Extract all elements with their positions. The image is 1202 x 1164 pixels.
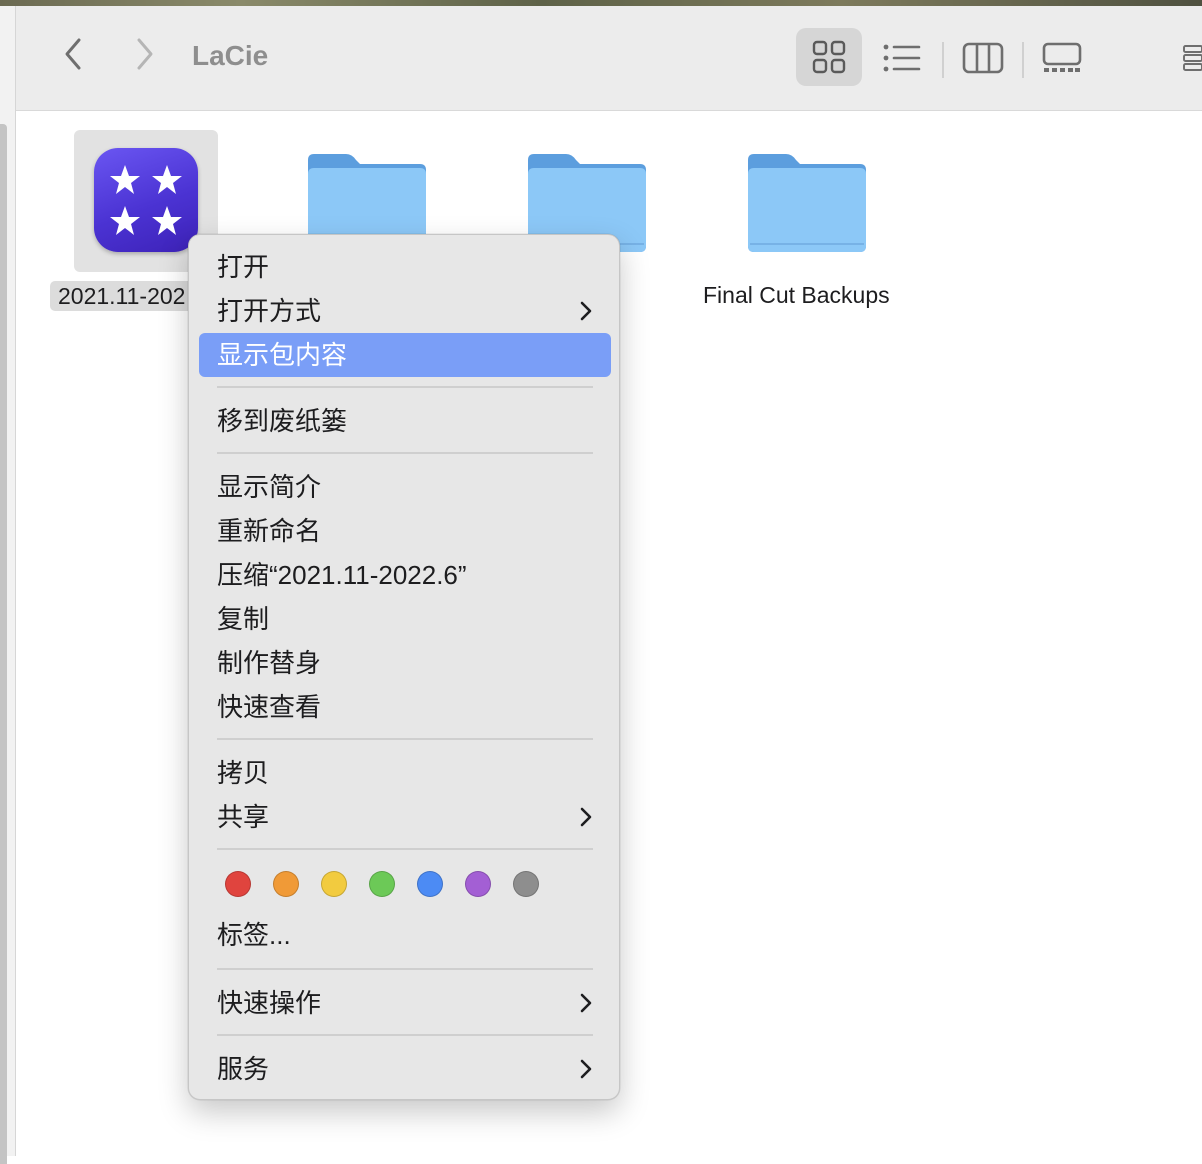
menu-item-label: 共享 (217, 802, 270, 832)
menu-item-tags[interactable]: 标签... (199, 913, 611, 957)
menu-item-label: 快速查看 (217, 692, 322, 722)
chevron-right-icon (580, 993, 592, 1013)
menu-item-label: 压缩“2021.11-2022.6” (217, 560, 467, 590)
menu-item-label: 制作替身 (217, 648, 322, 678)
menu-item-share[interactable]: 共享 (199, 795, 611, 839)
menu-item-get-info[interactable]: 显示简介 (199, 465, 611, 509)
menu-item-move-to-trash[interactable]: 移到废纸篓 (199, 399, 611, 443)
menu-separator (217, 1034, 593, 1036)
column-view-icon (962, 42, 1004, 74)
tag-red[interactable] (225, 871, 251, 897)
chevron-right-icon (580, 807, 592, 827)
column-view-button[interactable] (956, 34, 1010, 82)
icon-view-button[interactable] (796, 28, 862, 86)
menu-item-label: 服务 (217, 1054, 270, 1084)
toolbar-divider (942, 42, 944, 78)
menu-item-label: 拷贝 (217, 758, 270, 788)
context-menu: 打开 打开方式 显示包内容 移到废纸篓 显示简介 重新命名 压缩“2021.11… (188, 234, 620, 1100)
tag-yellow[interactable] (321, 871, 347, 897)
menu-item-label: 重新命名 (217, 516, 322, 546)
group-icon (1183, 45, 1202, 71)
app-package-icon[interactable] (94, 148, 198, 252)
window-title: LaCie (192, 40, 269, 71)
tag-blue[interactable] (417, 871, 443, 897)
menu-separator (217, 738, 593, 740)
menu-item-label: 移到废纸篓 (217, 406, 348, 436)
toolbar-divider (1022, 42, 1024, 78)
menu-item-rename[interactable]: 重新命名 (199, 509, 611, 553)
group-button[interactable] (1178, 34, 1202, 82)
folder-icon[interactable] (746, 152, 868, 254)
menu-item-services[interactable]: 服务 (199, 1047, 611, 1091)
gallery-view-icon (1042, 42, 1082, 72)
menu-separator (217, 386, 593, 388)
menu-item-label: 显示包内容 (217, 340, 348, 370)
menu-separator (217, 452, 593, 454)
menu-item-label: 快速操作 (217, 988, 322, 1018)
chevron-right-icon (580, 301, 592, 321)
menu-item-open-with[interactable]: 打开方式 (199, 289, 611, 333)
file-label-final-cut-backups[interactable]: Final Cut Backups (703, 282, 890, 309)
menu-item-label: 显示简介 (217, 472, 322, 502)
sidebar-scrollbar[interactable] (0, 124, 7, 1164)
menu-item-duplicate[interactable]: 复制 (199, 597, 611, 641)
menu-item-quick-look[interactable]: 快速查看 (199, 685, 611, 729)
chevron-left-icon (65, 38, 81, 70)
menu-item-label: 标签... (217, 920, 291, 950)
menu-separator (217, 968, 593, 970)
menu-item-label: 打开方式 (217, 296, 322, 326)
chevron-right-icon (580, 1059, 592, 1079)
gallery-view-button[interactable] (1032, 34, 1092, 82)
file-label-app[interactable]: 2021.11-202 (50, 281, 200, 311)
back-button[interactable] (62, 36, 84, 72)
forward-button[interactable] (134, 36, 156, 72)
list-view-button[interactable] (878, 34, 926, 82)
list-view-icon (883, 44, 921, 72)
sidebar-edge (0, 6, 16, 1164)
menu-item-copy[interactable]: 拷贝 (199, 751, 611, 795)
menu-item-compress[interactable]: 压缩“2021.11-2022.6” (199, 553, 611, 597)
menu-item-open[interactable]: 打开 (199, 245, 611, 289)
tag-orange[interactable] (273, 871, 299, 897)
stars-icon (110, 165, 182, 235)
tag-purple[interactable] (465, 871, 491, 897)
menu-item-label: 打开 (217, 252, 270, 282)
icon-view-icon (812, 40, 846, 74)
finder-toolbar: LaCie (16, 6, 1202, 111)
menu-item-make-alias[interactable]: 制作替身 (199, 641, 611, 685)
tag-green[interactable] (369, 871, 395, 897)
chevron-right-icon (137, 38, 153, 70)
menu-item-show-package-contents[interactable]: 显示包内容 (199, 333, 611, 377)
menu-item-quick-actions[interactable]: 快速操作 (199, 981, 611, 1025)
menu-item-label: 复制 (217, 604, 270, 634)
tag-gray[interactable] (513, 871, 539, 897)
menu-separator (217, 848, 593, 850)
